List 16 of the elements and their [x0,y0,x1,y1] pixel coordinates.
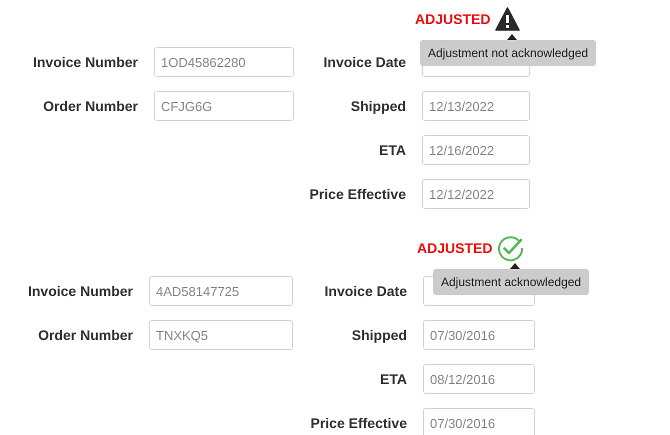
adjusted-label: ADJUSTED [415,11,490,27]
tooltip: Adjustment acknowledged [433,269,590,295]
field-label: Order Number [43,98,138,114]
field-label: Shipped [350,98,406,114]
adjusted-label: ADJUSTED [417,240,492,256]
field-label: ETA [379,142,406,158]
field-label: Order Number [38,327,133,343]
field-label: Invoice Number [28,283,133,299]
field-label: Invoice Date [324,283,407,299]
field-label: Shipped [352,327,407,343]
field-label: Price Effective [310,186,406,202]
tooltip: Adjustment not acknowledged [420,40,596,66]
field-label: Price Effective [310,415,407,431]
field-label: ETA [380,371,407,387]
field-label: Invoice Date [324,54,406,70]
field-label: Invoice Number [32,54,138,70]
